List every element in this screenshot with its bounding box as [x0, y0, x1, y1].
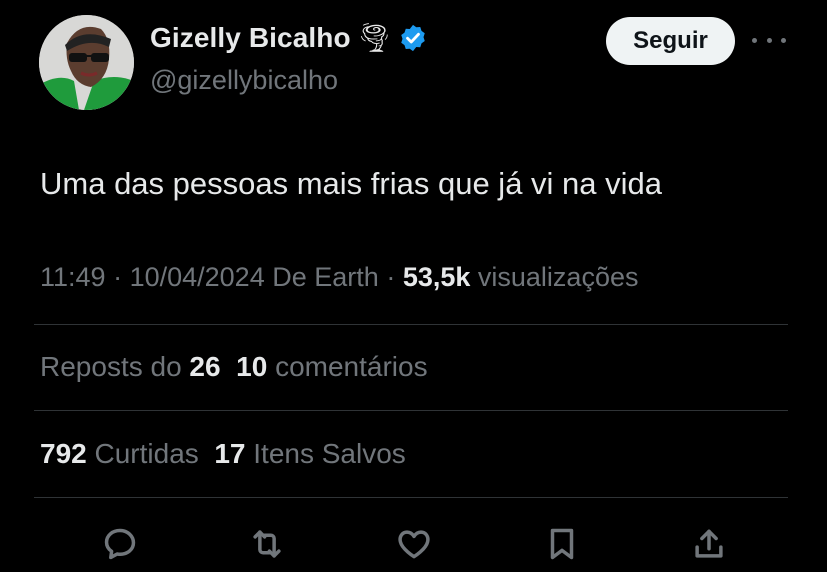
divider [34, 324, 788, 325]
bookmark-icon[interactable] [540, 522, 584, 566]
comments-label[interactable]: comentários [275, 351, 428, 382]
likes-label[interactable]: Curtidas [95, 438, 199, 469]
likes-count[interactable]: 792 [40, 438, 87, 469]
author-name-row[interactable]: Gizelly Bicalho 🌪 [150, 22, 428, 54]
saves-count[interactable]: 17 [214, 438, 245, 469]
share-icon[interactable] [687, 522, 731, 566]
tornado-emoji: 🌪 [356, 22, 393, 53]
author-handle[interactable]: @gizellybicalho [150, 65, 338, 96]
tweet-date[interactable]: 10/04/2024 [130, 262, 265, 292]
reposts-label[interactable]: Reposts do [40, 351, 182, 382]
tweet-source[interactable]: De Earth [272, 262, 379, 292]
divider [34, 410, 788, 411]
author-name[interactable]: Gizelly Bicalho [150, 22, 351, 54]
repost-icon[interactable] [245, 522, 289, 566]
tweet-time[interactable]: 11:49 [40, 262, 106, 292]
divider [34, 497, 788, 498]
views-label: visualizações [477, 262, 639, 292]
reposts-comments-row: Reposts do 26 10 comentários [40, 351, 428, 383]
saves-label[interactable]: Itens Salvos [253, 438, 406, 469]
views-count: 53,5k [402, 262, 471, 292]
tweet-text: Uma das pessoas mais frias que já vi na … [40, 166, 663, 201]
comments-count[interactable]: 10 [236, 351, 267, 382]
like-icon[interactable] [392, 522, 436, 566]
follow-button[interactable]: Seguir [606, 17, 735, 65]
tweet-meta: 11:49 · 10/04/2024 De Earth · 53,5k visu… [40, 262, 639, 292]
reposts-count[interactable]: 26 [189, 351, 220, 382]
likes-saves-row: 792 Curtidas 17 Itens Salvos [40, 438, 406, 470]
verified-badge-icon [401, 24, 425, 52]
avatar[interactable] [39, 15, 134, 110]
reply-icon[interactable] [98, 522, 142, 566]
avatar-photo [39, 15, 134, 110]
more-horizontal-icon[interactable] [752, 28, 786, 52]
